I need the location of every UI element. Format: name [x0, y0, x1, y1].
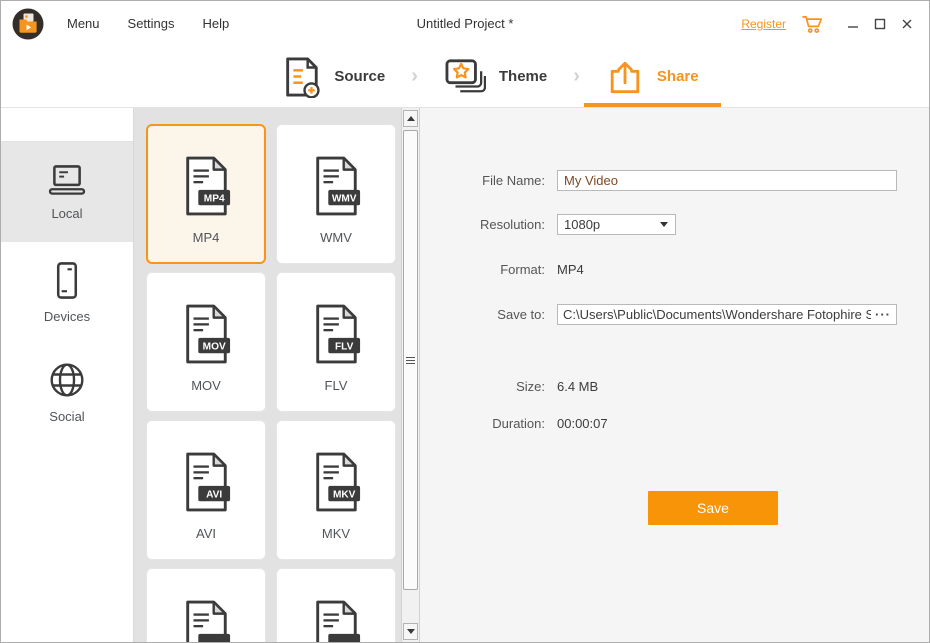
- svg-text:MKV: MKV: [333, 489, 356, 500]
- smartphone-icon: [56, 261, 78, 299]
- sidebar-item-local-label: Local: [51, 205, 83, 221]
- destination-sidebar: Local Devices Social: [1, 108, 134, 642]
- file-type-icon: MP4: [186, 156, 231, 216]
- sidebar-item-social[interactable]: Social: [1, 342, 133, 442]
- format-list-panel: MP4 MP4 WMV WMV MOV MOV FLV FLV AVI AVI …: [134, 108, 401, 642]
- file-type-icon: MOV: [186, 304, 231, 364]
- file-type-icon: AVI: [186, 452, 231, 512]
- format-label: Format:: [500, 262, 545, 277]
- step-chevron-icon: ›: [411, 65, 418, 87]
- step-chevron-icon: ›: [573, 65, 580, 87]
- step-share[interactable]: Share: [583, 46, 721, 107]
- format-card-wmv[interactable]: WMV WMV: [276, 124, 396, 264]
- step-theme[interactable]: Theme: [422, 46, 569, 107]
- menu-item-settings[interactable]: Settings: [128, 16, 175, 31]
- scrollbar-grip-icon: [406, 356, 415, 364]
- format-card-avi[interactable]: AVI AVI: [146, 420, 266, 560]
- resolution-dropdown[interactable]: 1080p: [557, 214, 676, 235]
- size-row: Size: 6.4 MB: [420, 376, 929, 397]
- titlebar-right: Register: [741, 14, 929, 34]
- save-to-label: Save to:: [497, 307, 545, 322]
- format-card-partial[interactable]: [146, 568, 266, 642]
- share-upload-icon: [610, 61, 640, 93]
- main-content: Local Devices Social MP4 MP4 WMV WMV MOV…: [1, 108, 929, 642]
- format-card-flv[interactable]: FLV FLV: [276, 272, 396, 412]
- step-share-label: Share: [656, 68, 699, 85]
- format-value: MP4: [557, 262, 584, 277]
- chevron-down-icon: [660, 222, 668, 227]
- svg-text:MP4: MP4: [204, 193, 225, 204]
- save-to-path: C:\Users\Public\Documents\Wondershare Fo…: [563, 307, 871, 322]
- export-settings-panel: File Name: Resolution: 1080p Format: MP4…: [420, 108, 929, 642]
- format-card-label: FLV: [324, 378, 348, 393]
- laptop-icon: [48, 164, 86, 195]
- step-source[interactable]: Source: [259, 46, 407, 107]
- browse-ellipsis-icon[interactable]: ···: [875, 307, 891, 322]
- title-bar: Menu Settings Help Untitled Project * Re…: [1, 1, 929, 46]
- save-to-field[interactable]: C:\Users\Public\Documents\Wondershare Fo…: [557, 304, 897, 325]
- file-type-icon: FLV: [316, 304, 361, 364]
- format-cards-grid: MP4 MP4 WMV WMV MOV MOV FLV FLV AVI AVI …: [134, 108, 401, 642]
- format-card-mov[interactable]: MOV MOV: [146, 272, 266, 412]
- duration-value: 00:00:07: [557, 416, 608, 431]
- step-theme-label: Theme: [498, 68, 548, 85]
- resolution-label: Resolution:: [479, 217, 545, 232]
- file-type-icon: [186, 600, 231, 642]
- sidebar-spacer: [1, 108, 133, 142]
- format-card-mkv[interactable]: MKV MKV: [276, 420, 396, 560]
- duration-row: Duration: 00:00:07: [420, 413, 929, 434]
- svg-text:MOV: MOV: [203, 341, 226, 352]
- menu-item-help[interactable]: Help: [203, 16, 230, 31]
- project-title: Untitled Project *: [416, 16, 514, 31]
- format-card-label: MOV: [191, 378, 221, 393]
- format-card-label: MKV: [321, 526, 351, 541]
- sidebar-item-devices[interactable]: Devices: [1, 242, 133, 342]
- file-name-row: File Name:: [420, 170, 929, 191]
- resolution-row: Resolution: 1080p: [420, 214, 929, 235]
- app-logo: [12, 8, 44, 39]
- save-button[interactable]: Save: [648, 491, 778, 525]
- format-card-label: MP4: [192, 230, 220, 245]
- resolution-value: 1080p: [564, 217, 601, 232]
- sidebar-item-social-label: Social: [49, 409, 85, 424]
- menu-bar: Menu Settings Help: [67, 16, 229, 31]
- size-label: Size:: [516, 379, 545, 394]
- window-controls: [845, 16, 915, 32]
- app-window: Menu Settings Help Untitled Project * Re…: [0, 0, 930, 643]
- register-link[interactable]: Register: [741, 17, 786, 31]
- scroll-down-icon[interactable]: [403, 623, 418, 640]
- format-card-mp4[interactable]: MP4 MP4: [146, 124, 266, 264]
- file-name-input[interactable]: [557, 170, 897, 191]
- menu-item-menu[interactable]: Menu: [67, 16, 100, 31]
- size-value: 6.4 MB: [557, 379, 599, 394]
- scroll-up-icon[interactable]: [403, 110, 418, 127]
- duration-label: Duration:: [492, 416, 545, 431]
- file-type-icon: WMV: [316, 156, 361, 216]
- cart-icon[interactable]: [801, 14, 824, 34]
- format-card-label: AVI: [196, 526, 216, 541]
- svg-text:WMV: WMV: [332, 193, 357, 204]
- close-icon[interactable]: [899, 16, 915, 32]
- sidebar-item-devices-label: Devices: [43, 308, 91, 324]
- theme-cards-icon: [445, 58, 486, 92]
- minimize-icon[interactable]: [845, 16, 861, 32]
- format-row: Format: MP4: [420, 259, 929, 280]
- maximize-icon[interactable]: [872, 16, 888, 32]
- file-type-icon: MKV: [316, 452, 361, 512]
- file-name-label: File Name:: [482, 173, 545, 188]
- file-type-icon: [316, 600, 361, 642]
- workflow-steps: Source › Theme › Share: [1, 46, 929, 108]
- format-card-label: WMV: [320, 230, 352, 245]
- globe-icon: [50, 363, 84, 397]
- sidebar-item-local[interactable]: Local: [1, 142, 133, 242]
- active-step-underline: [583, 103, 721, 107]
- source-document-add-icon: [286, 56, 320, 98]
- svg-text:FLV: FLV: [335, 341, 354, 352]
- scrollbar-thumb[interactable]: [403, 130, 418, 590]
- format-card-partial[interactable]: [276, 568, 396, 642]
- step-source-label: Source: [334, 68, 386, 85]
- format-list-scrollbar[interactable]: [401, 108, 420, 642]
- svg-text:AVI: AVI: [206, 489, 222, 500]
- save-to-row: Save to: C:\Users\Public\Documents\Wonde…: [420, 304, 929, 325]
